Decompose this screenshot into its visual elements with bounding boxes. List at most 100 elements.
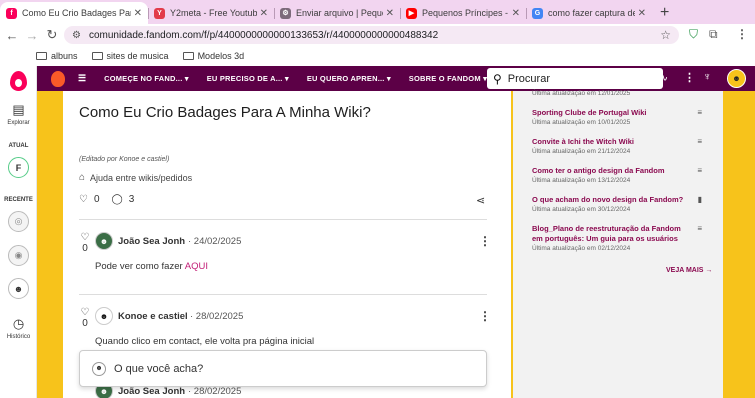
bookmark-label: Modelos 3d [197,51,245,61]
wiki-favicon-icon: ⚙ [280,7,291,19]
tab-title: Como Eu Crio Badages Para [22,8,131,18]
global-navigation-rail: ▤ Explorar ATUAL F RECENTE ◎ ◉ ☻ ◷ Histó… [0,66,37,398]
reply-vote: ♡ 0 [79,232,91,254]
reply-vote: ♡ 0 [79,307,91,329]
edited-note: (Editado por Konoe e castiel) [79,156,170,163]
bookmark-folder-albuns[interactable]: albuns [36,51,78,61]
folder-icon [182,52,194,60]
related-post-title[interactable]: Convite à Ichi the Witch Wiki [532,137,712,147]
related-post-item[interactable]: Última atualização em 12/01/2025 [532,89,712,97]
tab-pequenos-principes[interactable]: ▶ Pequenos Príncipes - YouTub ✕ [400,2,526,24]
close-tab-icon[interactable]: ✕ [638,8,646,19]
composer-avatar: ☻ [92,361,106,376]
tab-google-search[interactable]: G como fazer captura de tela n ✕ [526,2,652,24]
bookmark-star-icon[interactable]: ☆ [660,28,671,42]
history-label: Histórico [6,334,31,340]
reply-date: · 28/02/2025 [188,386,242,397]
site-info-icon[interactable]: ⚙ [72,30,81,41]
forward-icon[interactable]: → [22,28,42,43]
reading-list-icon[interactable]: ▥ [637,71,647,84]
fandom-logo-icon[interactable] [10,71,27,91]
author-avatar[interactable]: ☻ [95,232,113,250]
folder-icon [36,52,47,60]
bookmark-label: albuns [51,51,78,61]
upvote-heart-icon[interactable]: ♡ [79,307,91,318]
reply-more-icon[interactable]: ⋮ [479,309,491,323]
back-icon[interactable]: ← [2,28,22,43]
tab-strip: f Como Eu Crio Badages Para ✕ Y Y2meta -… [0,0,755,24]
tab-y2meta[interactable]: Y Y2meta - Free Youtube Downl ✕ [148,2,274,24]
vote-count: 0 [82,318,88,329]
article-icon: ≡ [697,137,702,146]
shield-extension-icon[interactable]: ⛉ [689,27,698,42]
close-tab-icon[interactable]: ✕ [512,8,520,19]
history-button[interactable]: ◷ Histórico [0,316,37,340]
reply-more-icon[interactable]: ⋮ [479,234,491,248]
community-menu-icon[interactable]: ☰ [78,73,86,84]
community-logo-icon[interactable] [51,70,65,87]
like-icon[interactable]: ♡ [79,194,88,205]
explore-icon: ▤ [12,102,25,117]
author-name[interactable]: João Sea Jonh [118,236,185,247]
related-post-title[interactable]: O que acham do novo design da Fandom? [532,195,712,205]
nav-item-sobre[interactable]: SOBRE O FANDOM ▾ [409,74,487,83]
post-category[interactable]: ⌂ Ajuda entre wikis/pedidos [79,172,192,183]
activity-icon[interactable]: ∿ [659,71,668,84]
author-name[interactable]: João Sea Jonh [118,386,185,397]
search-placeholder: Procurar [507,72,550,85]
nav-item-eu-preciso[interactable]: EU PRECISO DE A... ▾ [207,74,289,83]
nav-item-comece[interactable]: COMEÇE NO FAND... ▾ [104,74,189,83]
close-tab-icon[interactable]: ✕ [134,8,142,19]
bookmark-folder-sites-de-musica[interactable]: sites de musica [91,51,169,61]
recent-wiki-1-avatar[interactable]: ◎ [8,211,29,232]
poll-icon: ▮ [697,195,702,204]
related-post-item[interactable]: Como ter o antigo design da Fandom Últim… [532,166,712,184]
tab-title: Pequenos Príncipes - YouTub [422,8,509,18]
article-icon: ≡ [697,108,702,117]
new-tab-button[interactable]: + [652,2,677,24]
more-options-icon[interactable]: ⋮ [684,71,695,84]
category-label: Ajuda entre wikis/pedidos [90,172,193,183]
explore-button[interactable]: ▤ Explorar [0,102,37,126]
reply-text: Pode ver como fazer [95,261,185,272]
google-favicon-icon: G [532,7,543,19]
current-wiki-avatar[interactable]: F [8,157,29,178]
related-post-updated: Última atualização em 10/01/2025 [532,119,631,126]
reload-icon[interactable]: ↻ [42,27,62,43]
related-post-item[interactable]: Convite à Ichi the Witch Wiki Última atu… [532,137,712,155]
tab-enviar-arquivo[interactable]: ⚙ Enviar arquivo | Pequenos Pr ✕ [274,2,400,24]
related-post-title[interactable]: Sporting Clube de Portugal Wiki [532,108,712,118]
url-text[interactable]: comunidade.fandom.com/f/p/44000000000001… [89,30,660,41]
nav-item-eu-quero[interactable]: EU QUERO APREN... ▾ [307,74,391,83]
reply-body: Quando clico em contact, ele volta pra p… [95,336,314,347]
user-avatar[interactable]: ☻ [727,69,746,88]
author-avatar[interactable]: ☻ [95,307,113,325]
recent-wiki-3-avatar[interactable]: ☻ [8,278,29,299]
related-post-title[interactable]: Como ter o antigo design da Fandom [532,166,712,176]
youtube-favicon-icon: ▶ [406,7,417,19]
reply-composer[interactable]: ☻ O que você acha? [79,350,487,387]
related-post-item[interactable]: Sporting Clube de Portugal Wiki Última a… [532,108,712,126]
related-post-item[interactable]: O que acham do novo design da Fandom? Úl… [532,195,712,213]
composer-placeholder: O que você acha? [114,362,204,375]
extensions-puzzle-icon[interactable]: ⧉ [709,27,718,42]
author-name[interactable]: Konoe e castiel [118,311,188,322]
share-icon[interactable]: ⋖ [476,194,485,207]
bookmark-folder-modelos-3d[interactable]: Modelos 3d [182,51,245,61]
notifications-icon[interactable]: ♆ [703,71,711,83]
post-title: Como Eu Crio Badages Para A Minha Wiki? [79,104,371,121]
related-post-title[interactable]: Blog_Plano de reestruturação da Fandom e… [532,224,692,244]
bookmark-label: sites de musica [106,51,169,61]
browser-menu-icon[interactable]: ⋮ [736,27,748,41]
comment-icon[interactable]: ◯ [112,194,123,205]
related-post-item[interactable]: Blog_Plano de reestruturação da Fandom e… [532,224,712,252]
tab-como-eu-crio[interactable]: f Como Eu Crio Badages Para ✕ [0,2,148,24]
close-tab-icon[interactable]: ✕ [260,8,268,19]
recent-wiki-2-avatar[interactable]: ◉ [8,245,29,266]
nav-label: COMEÇE NO FAND... [104,74,183,83]
upvote-heart-icon[interactable]: ♡ [79,232,91,243]
reply-link[interactable]: AQUI [185,261,208,272]
see-more-link[interactable]: VEJA MAIS → [666,267,712,274]
close-tab-icon[interactable]: ✕ [386,8,394,19]
omnibox[interactable]: ⚙ comunidade.fandom.com/f/p/440000000000… [64,26,679,44]
